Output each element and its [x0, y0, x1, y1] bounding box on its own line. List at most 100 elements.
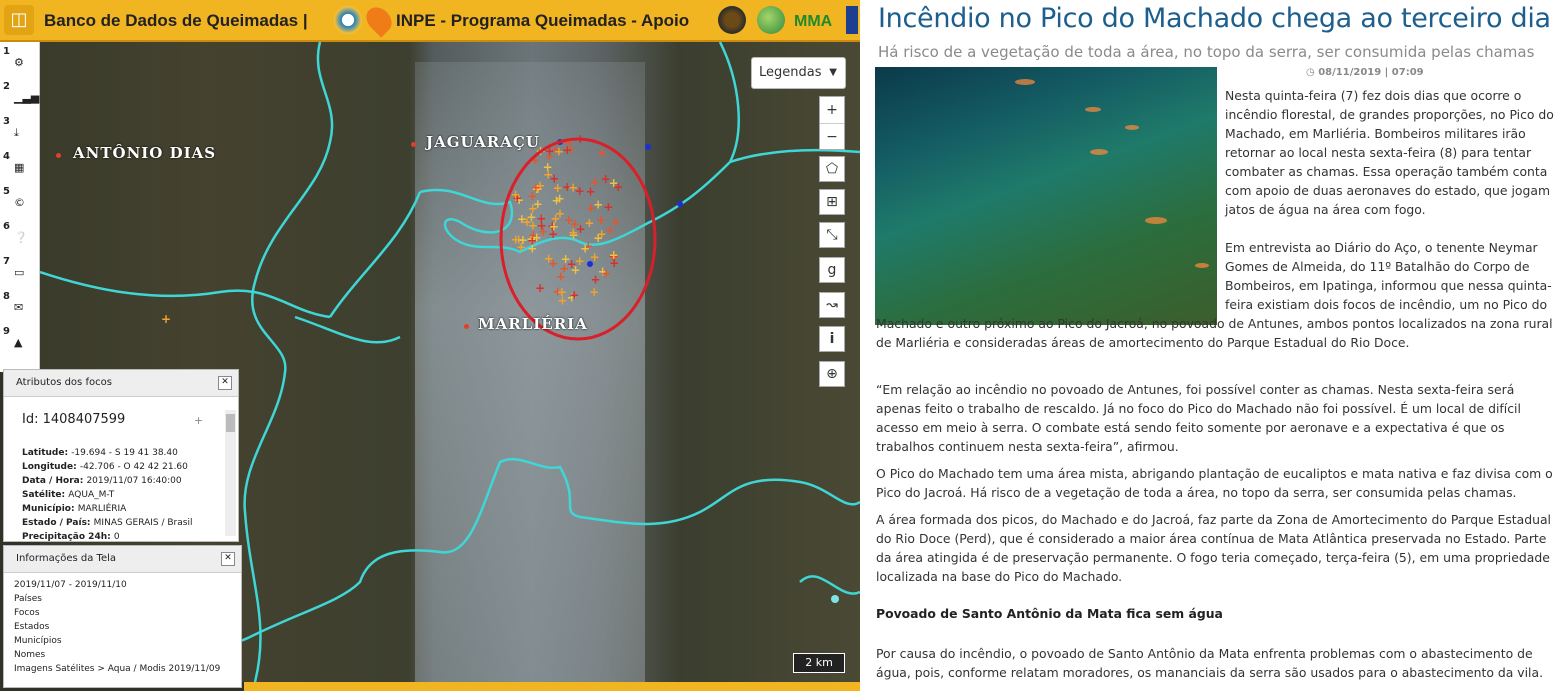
- item-number: 1: [3, 46, 10, 57]
- sidebar-item-8[interactable]: 8 ✉: [0, 291, 40, 323]
- item-number: 2: [3, 81, 10, 92]
- sidebar-item-9[interactable]: 9 ▲: [0, 326, 40, 358]
- article-title: Incêndio no Pico do Machado chega ao ter…: [878, 3, 1551, 34]
- sidebar-item-7[interactable]: 7 ▭: [0, 256, 40, 288]
- attribute-value: MINAS GERAIS / Brasil: [93, 518, 193, 528]
- attribute-label: Data / Hora:: [22, 476, 87, 486]
- article-paragraph-2: Em entrevista ao Diário do Aço, o tenent…: [876, 238, 1555, 352]
- fire-focus-marker: +: [511, 233, 521, 247]
- locate-button[interactable]: ⊕: [819, 361, 845, 387]
- satellite-focus-dot: [677, 201, 683, 207]
- fire-focus-marker: +: [593, 198, 603, 212]
- info-line: Estados: [14, 622, 50, 632]
- legend-label: Legendas: [759, 65, 822, 80]
- database-icon[interactable]: ◫: [4, 5, 34, 35]
- close-icon[interactable]: ✕: [218, 376, 232, 390]
- copyright-icon: ©: [14, 196, 25, 209]
- program-title: INPE - Programa Queimadas - Apoio: [396, 11, 690, 30]
- line-chart-icon: ↝: [826, 297, 838, 313]
- sidebar-item-3[interactable]: 3 ⤓: [0, 116, 40, 148]
- place-marker: [56, 153, 61, 158]
- fire-focus-marker: +: [603, 200, 613, 214]
- sidebar-item-2[interactable]: 2 ▁▃▅: [0, 81, 40, 113]
- info-line: 2019/11/07 - 2019/11/10: [14, 580, 127, 590]
- queimadas-logo-icon: [334, 6, 362, 34]
- fire-focus-marker: +: [593, 231, 603, 245]
- chart-tool-button[interactable]: ↝: [819, 292, 845, 318]
- zoom-out-button[interactable]: −: [820, 124, 844, 150]
- fire-glow: [1085, 107, 1101, 112]
- attributes-panel-header: Atributos dos focos ✕: [4, 370, 238, 397]
- google-button[interactable]: g: [819, 257, 845, 283]
- sidebar-item-4[interactable]: 4 ▦: [0, 151, 40, 183]
- fire-focus-marker: +: [575, 254, 585, 268]
- panel-title: Informações da Tela: [16, 553, 117, 564]
- legend-dropdown[interactable]: Legendas ▼: [751, 57, 846, 89]
- screen-info-panel: Informações da Tela ✕ 2019/11/07 - 2019/…: [3, 545, 242, 688]
- section-paragraph: Por causa do incêndio, o povoado de Sant…: [876, 644, 1555, 682]
- crop-icon: ⊞: [826, 194, 838, 210]
- item-number: 5: [3, 186, 10, 197]
- sidebar-item-1[interactable]: 1 ⚙: [0, 46, 40, 78]
- sidebar-item-6[interactable]: 6 ❔: [0, 221, 40, 253]
- fullscreen-button[interactable]: ⤡: [819, 222, 845, 248]
- fire-foci: +++++++++++++++++++++ +++++++++++++++++++…: [161, 132, 683, 326]
- download-icon: ⤓: [14, 126, 19, 139]
- bar-chart-icon: ▁▃▅: [14, 91, 40, 104]
- article-paragraph-4: O Pico do Machado tem uma área mista, ab…: [876, 464, 1555, 502]
- scrollbar-thumb[interactable]: [226, 414, 235, 432]
- info-tool-button[interactable]: i: [819, 326, 845, 352]
- panel-title: Atributos dos focos: [16, 377, 112, 388]
- crop-tool-button[interactable]: ⊞: [819, 189, 845, 215]
- place-marker: [464, 324, 469, 329]
- location-pin-icon: [361, 2, 397, 38]
- boundary-line: [718, 42, 740, 163]
- paragraph-text: “Em relação ao incêndio no povoado de An…: [876, 382, 1521, 454]
- fire-focus-marker: +: [532, 230, 542, 244]
- zoom-in-button[interactable]: +: [820, 97, 844, 124]
- item-number: 6: [3, 221, 10, 232]
- close-icon[interactable]: ✕: [221, 552, 235, 566]
- id-value: 1408407599: [42, 412, 126, 427]
- attribute-label: Satélite:: [22, 490, 69, 500]
- attribute-row: Precipitação 24h: 0: [22, 530, 192, 544]
- info-line: Nomes: [14, 650, 46, 660]
- monitor-icon: ▭: [14, 266, 25, 279]
- scale-bar: 2 km: [793, 653, 845, 673]
- attribute-label: Longitude:: [22, 462, 80, 472]
- info-panel-header: Informações da Tela ✕: [4, 546, 241, 573]
- article-paragraph-5: A área formada dos picos, do Machado e d…: [876, 510, 1555, 586]
- fire-glow: [1015, 79, 1035, 85]
- fire-focus-marker: +: [605, 223, 615, 237]
- satellite-focus-dot: [587, 261, 593, 267]
- scrollbar[interactable]: [225, 410, 236, 536]
- place-jaguaracu: JAGUARAÇU: [426, 133, 540, 151]
- zoom-control: + −: [819, 96, 845, 150]
- flag-icon: [846, 6, 858, 34]
- sidebar-item-5[interactable]: 5 ©: [0, 186, 40, 218]
- fire-focus-marker: +: [543, 168, 553, 182]
- chevron-down-icon: ▼: [829, 67, 837, 78]
- boundary-line: [243, 42, 334, 682]
- fire-glow: [1125, 125, 1139, 130]
- paragraph-text: A área formada dos picos, do Machado e d…: [876, 512, 1551, 584]
- fire-focus-marker: +: [580, 241, 590, 255]
- table-icon: ▦: [14, 161, 25, 174]
- polygon-icon: ⬠: [825, 161, 839, 177]
- fire-focus-marker: +: [526, 210, 536, 224]
- attribute-row: Estado / País: MINAS GERAIS / Brasil: [22, 516, 192, 530]
- attribute-label: Precipitação 24h:: [22, 532, 114, 542]
- paragraph-text: Por causa do incêndio, o povoado de Sant…: [876, 646, 1544, 680]
- polygon-tool-button[interactable]: ⬠: [819, 156, 845, 182]
- fire-focus-marker: +: [597, 146, 607, 160]
- fire-focus-marker: +: [575, 222, 585, 236]
- attribute-value: 2019/11/07 16:40:00: [86, 476, 182, 486]
- expand-icon[interactable]: +: [194, 414, 203, 427]
- fire-focus-marker: +: [609, 248, 619, 262]
- info-line: Focos: [14, 608, 40, 618]
- gears-icon: ⚙: [14, 56, 24, 69]
- globe-icon: [757, 6, 785, 34]
- envelope-icon: ✉: [14, 301, 24, 314]
- attribute-row: Longitude: -42.706 - O 42 42 21.60: [22, 460, 192, 474]
- section-title: Povoado de Santo Antônio da Mata fica se…: [876, 606, 1223, 621]
